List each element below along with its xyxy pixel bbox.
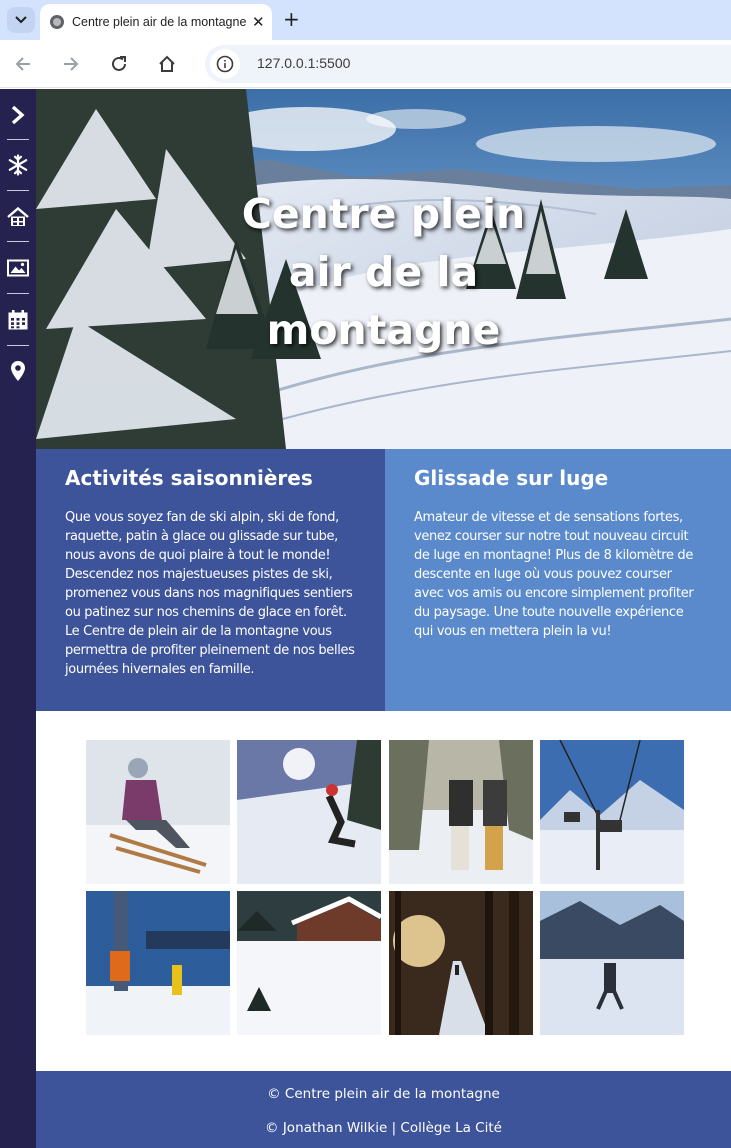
section-title: Glissade sur luge (414, 466, 609, 490)
arrow-right-icon (64, 57, 79, 71)
sidebar-item-location[interactable] (6, 359, 30, 383)
forest-path-sunset-photo[interactable] (389, 891, 533, 1035)
tab-title: Centre plein air de la montagne (72, 15, 247, 29)
page-footer: © Centre plein air de la montagne © Jona… (36, 1071, 731, 1148)
browser-tabstrip: Centre plein air de la montagne ✕ + (0, 0, 731, 40)
sidebar-divider (7, 139, 29, 140)
address-bar[interactable]: 127.0.0.1:5500 (205, 45, 731, 83)
skier-downhill-photo[interactable] (237, 740, 381, 884)
section-sledding: Glissade sur luge Amateur de vitesse et … (385, 449, 731, 711)
image-icon (7, 259, 29, 277)
hero-banner: Centre plein air de la montagne (36, 89, 731, 449)
hero-title: Centre plein air de la montagne (36, 185, 731, 359)
hero-title-text: Centre plein air de la montagne (241, 190, 526, 354)
sidebar-item-lodging[interactable] (6, 205, 30, 229)
sidebar-divider (7, 241, 29, 242)
footer-credits: © Jonathan Wilkie | Collège La Cité (265, 1120, 502, 1136)
sidebar-item-gallery[interactable] (6, 256, 30, 280)
sidebar-nav (0, 89, 36, 1148)
tab-close-button[interactable]: ✕ (252, 13, 265, 31)
map-pin-icon (11, 361, 25, 381)
snowshoe-hikers-photo[interactable] (389, 740, 533, 884)
info-icon (216, 55, 234, 73)
reload-button[interactable] (105, 50, 133, 78)
arrow-left-icon (15, 57, 30, 71)
house-icon (7, 207, 29, 226)
calendar-icon (8, 310, 28, 330)
section-text: Que vous soyez fan de ski alpin, ski de … (65, 510, 355, 677)
sidebar-item-activities[interactable] (6, 153, 30, 177)
chairlift-photo[interactable] (540, 740, 684, 884)
site-info-button[interactable] (210, 49, 240, 79)
reload-icon (112, 56, 126, 71)
sidebar-item-expand[interactable] (6, 103, 30, 127)
browser-toolbar: 127.0.0.1:5500 (0, 40, 731, 88)
home-icon (159, 55, 175, 72)
sidebar-item-calendar[interactable] (6, 308, 30, 332)
home-button[interactable] (153, 50, 181, 78)
url-text: 127.0.0.1:5500 (257, 55, 351, 71)
sidebar-divider (7, 190, 29, 191)
section-activities: Activités saisonnières Que vous soyez fa… (36, 449, 385, 711)
photo-gallery (36, 711, 731, 1071)
sidebar-divider (7, 293, 29, 294)
footer-copyright: © Centre plein air de la montagne (267, 1086, 500, 1102)
sidebar-divider (7, 345, 29, 346)
back-button[interactable] (9, 50, 37, 78)
chevron-right-icon (11, 105, 25, 125)
chalet-snow-photo[interactable] (237, 891, 381, 1035)
frozen-lake-skater-photo[interactable] (540, 891, 684, 1035)
chevron-down-icon (15, 16, 27, 24)
snowflake-icon (8, 154, 28, 176)
ski-lift-station-photo[interactable] (86, 891, 230, 1035)
new-tab-button[interactable]: + (283, 8, 300, 30)
tab-search-button[interactable] (7, 7, 35, 33)
section-text: Amateur de vitesse et de sensations fort… (414, 510, 694, 639)
section-title: Activités saisonnières (65, 466, 313, 490)
globe-icon (50, 15, 64, 29)
forward-button[interactable] (57, 50, 85, 78)
sled-child-photo[interactable] (86, 740, 230, 884)
browser-tab[interactable]: Centre plein air de la montagne ✕ (40, 4, 272, 40)
